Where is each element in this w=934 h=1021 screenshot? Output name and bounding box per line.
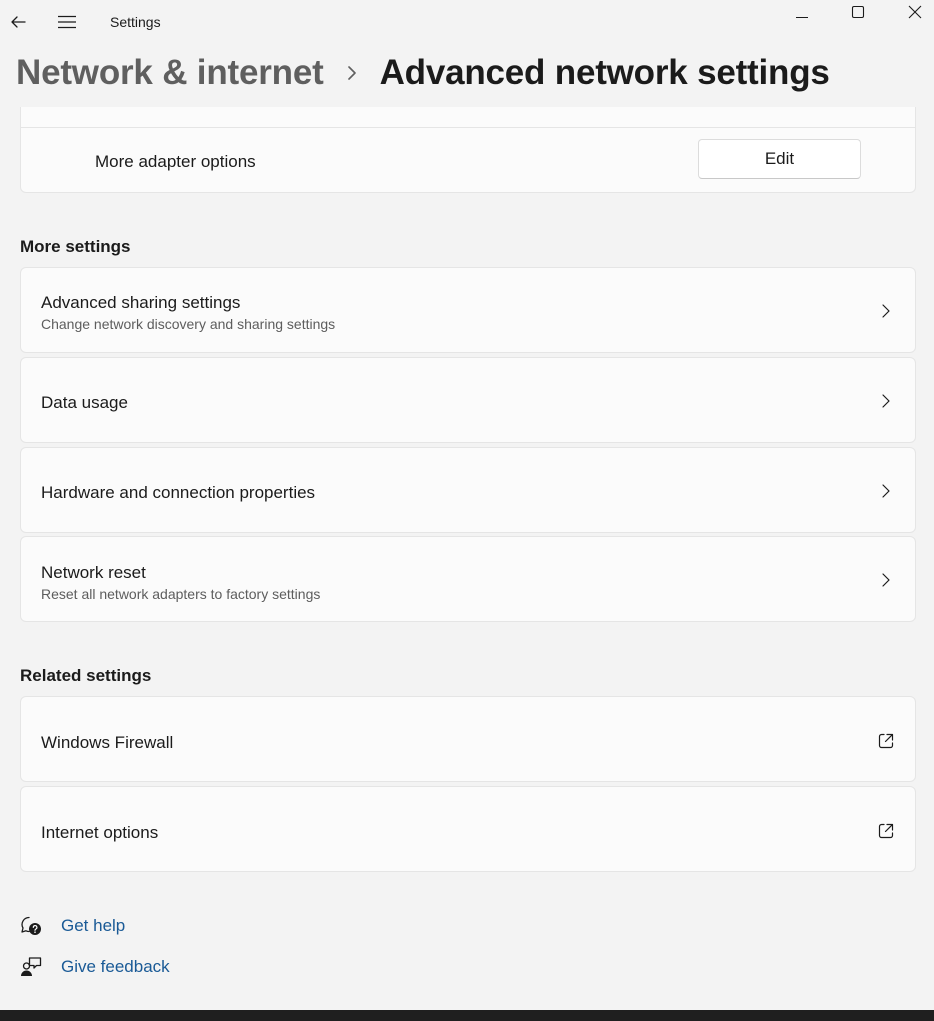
more-settings-heading: More settings — [20, 237, 131, 256]
breadcrumb: Network & internet Advanced network sett… — [16, 50, 830, 96]
minimize-icon — [796, 17, 808, 18]
maximize-icon — [851, 5, 865, 19]
adapter-options-card: More adapter options Edit — [20, 107, 916, 193]
hamburger-menu-icon — [58, 15, 76, 29]
more-adapter-options-label: More adapter options — [95, 152, 256, 171]
chevron-right-icon — [879, 302, 893, 320]
external-link-icon — [878, 733, 894, 749]
navigation-menu-button[interactable] — [52, 8, 82, 36]
hardware-connection-properties-item[interactable]: Hardware and connection properties — [20, 447, 916, 533]
windows-firewall-item[interactable]: Windows Firewall — [20, 696, 916, 782]
help-chat-icon — [21, 916, 41, 935]
advanced-sharing-settings-item[interactable]: Advanced sharing settings Change network… — [20, 267, 916, 353]
item-subtitle: Change network discovery and sharing set… — [41, 316, 336, 332]
get-help-link[interactable]: Get help — [20, 913, 125, 939]
item-title: Internet options — [41, 823, 159, 842]
item-title: Network reset — [41, 563, 146, 582]
divider — [21, 127, 915, 128]
feedback-icon — [21, 957, 42, 976]
back-arrow-icon — [11, 16, 26, 28]
close-button[interactable] — [898, 0, 932, 24]
app-title: Settings — [110, 14, 161, 30]
item-subtitle: Reset all network adapters to factory se… — [41, 586, 321, 602]
chevron-right-icon — [879, 571, 893, 589]
edit-adapter-button[interactable]: Edit — [698, 139, 861, 179]
network-reset-item[interactable]: Network reset Reset all network adapters… — [20, 536, 916, 622]
get-help-label: Get help — [61, 916, 126, 935]
chevron-right-icon — [879, 482, 893, 500]
breadcrumb-separator — [324, 50, 380, 96]
item-title: Hardware and connection properties — [41, 483, 316, 502]
title-bar: Settings — [0, 0, 934, 44]
internet-options-item[interactable]: Internet options — [20, 786, 916, 872]
item-title: Advanced sharing settings — [41, 293, 241, 312]
item-title: Windows Firewall — [41, 733, 174, 752]
back-button[interactable] — [4, 8, 32, 36]
close-icon — [908, 5, 922, 19]
data-usage-item[interactable]: Data usage — [20, 357, 916, 443]
taskbar-edge — [0, 1010, 934, 1021]
breadcrumb-parent-link[interactable]: Network & internet — [16, 53, 324, 93]
chevron-right-icon — [347, 66, 356, 80]
give-feedback-label: Give feedback — [61, 957, 170, 976]
item-title: Data usage — [41, 393, 128, 412]
minimize-button[interactable] — [786, 0, 818, 24]
page-title: Advanced network settings — [379, 53, 830, 92]
give-feedback-link[interactable]: Give feedback — [20, 954, 170, 980]
external-link-icon — [878, 823, 894, 839]
related-settings-heading: Related settings — [20, 666, 152, 685]
chevron-right-icon — [879, 392, 893, 410]
maximize-button[interactable] — [842, 0, 874, 24]
